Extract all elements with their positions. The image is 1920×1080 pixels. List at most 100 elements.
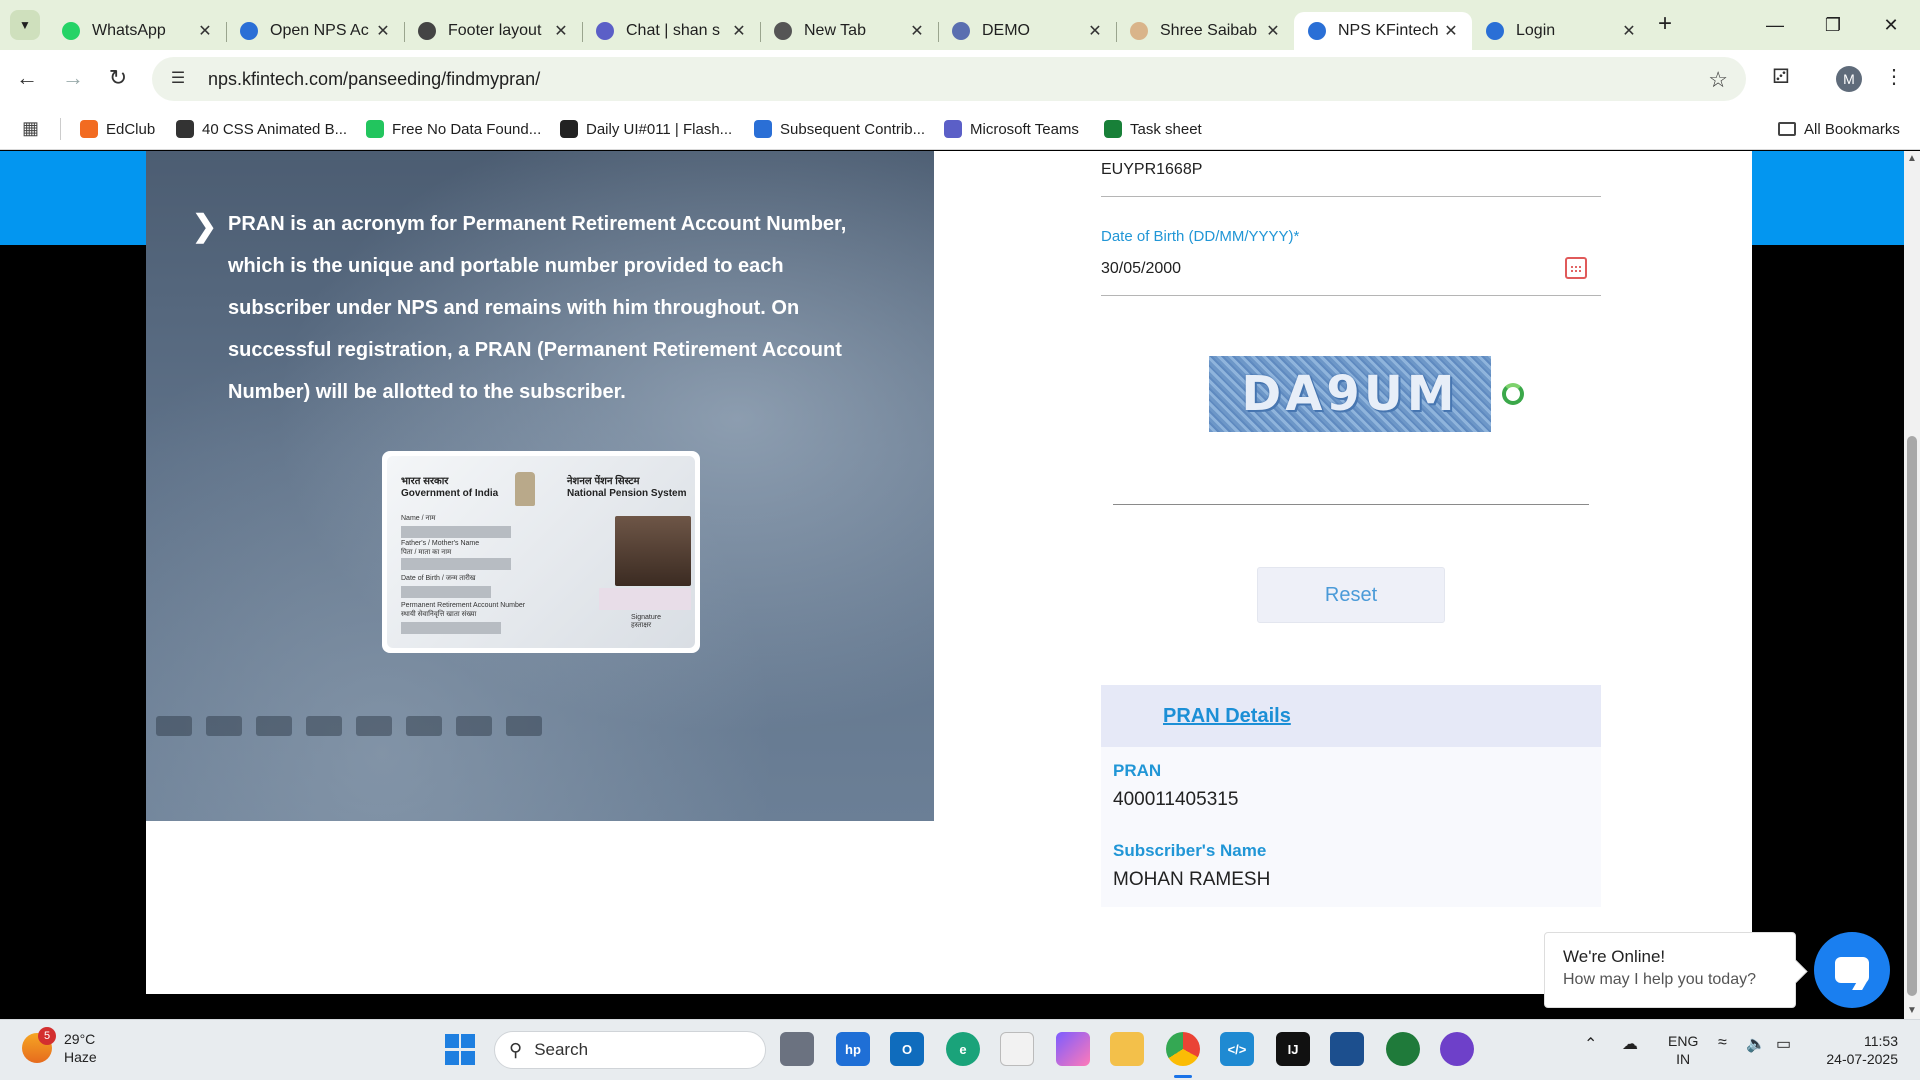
- temperature: 29°C: [64, 1031, 96, 1047]
- browser-tab[interactable]: Footer layout ✕: [404, 12, 582, 50]
- system-clock[interactable]: 11:53 24-07-2025: [1818, 1032, 1898, 1068]
- apps-grid-icon[interactable]: ▦: [22, 118, 44, 140]
- bg-key: [406, 716, 442, 736]
- bookmark-separator: [60, 118, 61, 140]
- edge-icon[interactable]: e: [946, 1032, 980, 1066]
- browser-menu-icon[interactable]: ⋮: [1884, 64, 1904, 89]
- bookmark-item[interactable]: Daily UI#011 | Flash...: [560, 116, 732, 142]
- clock-date: 24-07-2025: [1826, 1051, 1898, 1067]
- tab-close-icon[interactable]: ✕: [1620, 21, 1638, 41]
- card-gov-hindi: भारत सरकार: [401, 476, 449, 487]
- taskbar-search[interactable]: ⚲ Search: [494, 1031, 766, 1069]
- page-scrollbar[interactable]: ▲ ▼: [1904, 151, 1920, 1019]
- bookmark-item[interactable]: 40 CSS Animated B...: [176, 116, 347, 142]
- browser-tab[interactable]: NPS KFintech ✕: [1294, 12, 1472, 50]
- bookmark-item[interactable]: Subsequent Contrib...: [754, 116, 925, 142]
- minimize-button[interactable]: —: [1752, 8, 1798, 42]
- pan-value[interactable]: EUYPR1668P: [1101, 161, 1202, 178]
- bookmark-favicon-icon: [944, 120, 962, 138]
- reset-button[interactable]: Reset: [1257, 567, 1445, 623]
- onedrive-icon[interactable]: ☁: [1622, 1034, 1638, 1054]
- wifi-icon[interactable]: ≈: [1718, 1034, 1727, 1052]
- browser-tab[interactable]: WhatsApp ✕: [48, 12, 226, 50]
- tab-title: Shree Saibab: [1160, 22, 1257, 39]
- chat-launcher-button[interactable]: [1814, 932, 1890, 1008]
- bookmark-star-icon[interactable]: ☆: [1708, 67, 1728, 93]
- weather-widget[interactable]: 5 29°C Haze: [22, 1027, 97, 1066]
- dob-value[interactable]: 30/05/2000: [1101, 260, 1181, 277]
- bookmark-favicon-icon: [176, 120, 194, 138]
- dob-label: Date of Birth (DD/MM/YYYY)*: [1101, 228, 1300, 245]
- tab-close-icon[interactable]: ✕: [552, 21, 570, 41]
- browser-toolbar: ← → ↻ ☰ nps.kfintech.com/panseeding/find…: [0, 50, 1920, 108]
- dob-field[interactable]: 30/05/2000: [1101, 257, 1601, 296]
- mongodb-icon[interactable]: [1386, 1032, 1420, 1066]
- calendar-icon[interactable]: [1565, 257, 1587, 279]
- pan-field[interactable]: EUYPR1668P: [1101, 161, 1601, 197]
- bookmark-item[interactable]: Microsoft Teams: [944, 116, 1079, 142]
- myhp-icon[interactable]: hp: [836, 1032, 870, 1066]
- captcha-input[interactable]: [1113, 504, 1589, 505]
- restore-button[interactable]: ❐: [1810, 8, 1856, 42]
- bg-key: [306, 716, 342, 736]
- tab-close-icon[interactable]: ✕: [908, 21, 926, 41]
- new-tab-button[interactable]: +: [1652, 12, 1678, 38]
- tabs: WhatsApp ✕ Open NPS Ac ✕ Footer layout ✕ Chat …: [48, 6, 1650, 50]
- input-language[interactable]: ENG IN: [1668, 1032, 1698, 1068]
- intellij-icon[interactable]: IJ: [1276, 1032, 1310, 1066]
- url-text[interactable]: nps.kfintech.com/panseeding/findmypran/: [208, 69, 540, 90]
- profile-avatar[interactable]: M: [1836, 66, 1862, 92]
- tab-close-icon[interactable]: ✕: [1264, 21, 1282, 41]
- windows-start-icon[interactable]: [443, 1032, 477, 1066]
- browser-tab[interactable]: Open NPS Ac ✕: [226, 12, 404, 50]
- browser-tab[interactable]: New Tab ✕: [760, 12, 938, 50]
- forward-button[interactable]: →: [58, 63, 88, 93]
- close-window-button[interactable]: ✕: [1868, 8, 1914, 42]
- chrome-icon[interactable]: [1166, 1032, 1200, 1066]
- scroll-down-icon[interactable]: ▼: [1904, 1003, 1920, 1019]
- extensions-icon[interactable]: ⚂: [1766, 64, 1796, 94]
- tab-title: Footer layout: [448, 22, 542, 39]
- task-view-icon[interactable]: [780, 1032, 814, 1066]
- tab-close-icon[interactable]: ✕: [730, 21, 748, 41]
- file-explorer-icon[interactable]: [1110, 1032, 1144, 1066]
- card-father-label-hindi: पिता / माता का नाम: [401, 549, 452, 556]
- address-bar[interactable]: ☰ nps.kfintech.com/panseeding/findmypran…: [152, 57, 1746, 101]
- browser-tab[interactable]: DEMO ✕: [938, 12, 1116, 50]
- bookmark-item[interactable]: Task sheet: [1104, 116, 1202, 142]
- tab-search-button[interactable]: ▼: [10, 10, 40, 40]
- site-info-icon[interactable]: ☰: [164, 65, 192, 93]
- reload-button[interactable]: ↻: [103, 63, 133, 93]
- card-gov-title: भारत सरकार Government of India: [401, 476, 498, 500]
- chat-greeting[interactable]: We're Online! How may I help you today?: [1544, 932, 1796, 1008]
- microsoft-store-icon[interactable]: [1000, 1032, 1034, 1066]
- bookmark-label: Microsoft Teams: [970, 120, 1079, 138]
- tab-close-icon[interactable]: ✕: [1086, 21, 1104, 41]
- show-hidden-icons[interactable]: ⌃: [1584, 1034, 1597, 1054]
- vscode-icon[interactable]: </>: [1220, 1032, 1254, 1066]
- outlook-icon[interactable]: O: [890, 1032, 924, 1066]
- browser-tab[interactable]: Login ✕: [1472, 12, 1650, 50]
- tab-close-icon[interactable]: ✕: [1442, 21, 1460, 41]
- pran-details-title[interactable]: PRAN Details: [1163, 705, 1291, 728]
- volume-muted-icon[interactable]: 🔈: [1746, 1034, 1766, 1054]
- browser-tab[interactable]: Shree Saibab ✕: [1116, 12, 1294, 50]
- back-button[interactable]: ←: [12, 63, 42, 93]
- copilot-icon[interactable]: [1056, 1032, 1090, 1066]
- refresh-captcha-icon[interactable]: [1502, 383, 1524, 405]
- card-photo: [615, 516, 691, 586]
- pran-details-header: PRAN Details: [1101, 685, 1601, 747]
- network-tool-icon[interactable]: [1330, 1032, 1364, 1066]
- github-desktop-icon[interactable]: [1440, 1032, 1474, 1066]
- browser-tab[interactable]: Chat | shan s ✕: [582, 12, 760, 50]
- battery-icon[interactable]: ▭: [1776, 1034, 1791, 1054]
- browser-tab-strip: ▼ WhatsApp ✕ Open NPS Ac ✕ Footer layout ✕ Cha…: [0, 0, 1920, 50]
- all-bookmarks-button[interactable]: All Bookmarks: [1778, 116, 1900, 142]
- bookmark-item[interactable]: Free No Data Found...: [366, 116, 541, 142]
- tab-close-icon[interactable]: ✕: [196, 21, 214, 41]
- bookmark-item[interactable]: EdClub: [80, 116, 155, 142]
- scroll-up-icon[interactable]: ▲: [1904, 151, 1920, 167]
- tab-close-icon[interactable]: ✕: [374, 21, 392, 41]
- bg-key: [256, 716, 292, 736]
- scrollbar-thumb[interactable]: [1907, 436, 1917, 996]
